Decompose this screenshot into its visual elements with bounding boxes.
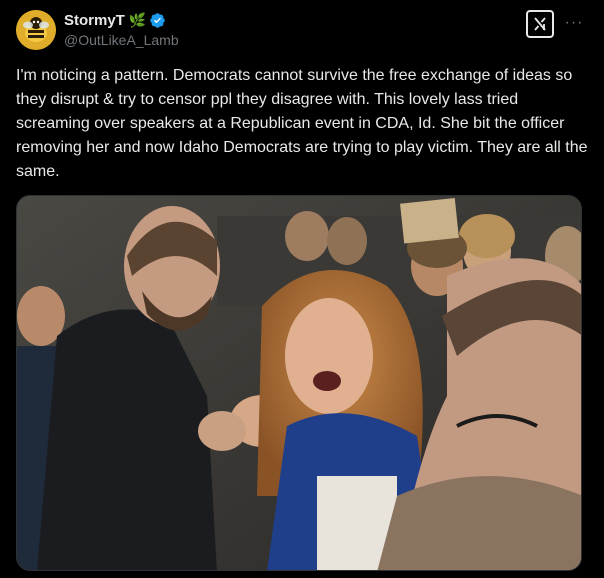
more-options-icon[interactable]: ··· xyxy=(564,12,584,34)
author-name-row: StormyT 🌿 xyxy=(64,11,166,29)
author-handle[interactable]: @OutLikeA_Lamb xyxy=(64,32,179,48)
tweet-text: I'm noticing a pattern. Democrats cannot… xyxy=(16,67,592,180)
tweet-card: StormyT 🌿 @OutLikeA_Lamb ··· I'm noticin… xyxy=(0,0,604,578)
author-display-name[interactable]: StormyT xyxy=(64,12,125,29)
grok-icon[interactable] xyxy=(526,10,554,38)
tweet-photo[interactable] xyxy=(16,195,582,571)
verified-badge-icon xyxy=(150,12,166,28)
bee-avatar-icon[interactable] xyxy=(16,10,56,50)
herb-emoji-icon: 🌿 xyxy=(128,12,147,28)
